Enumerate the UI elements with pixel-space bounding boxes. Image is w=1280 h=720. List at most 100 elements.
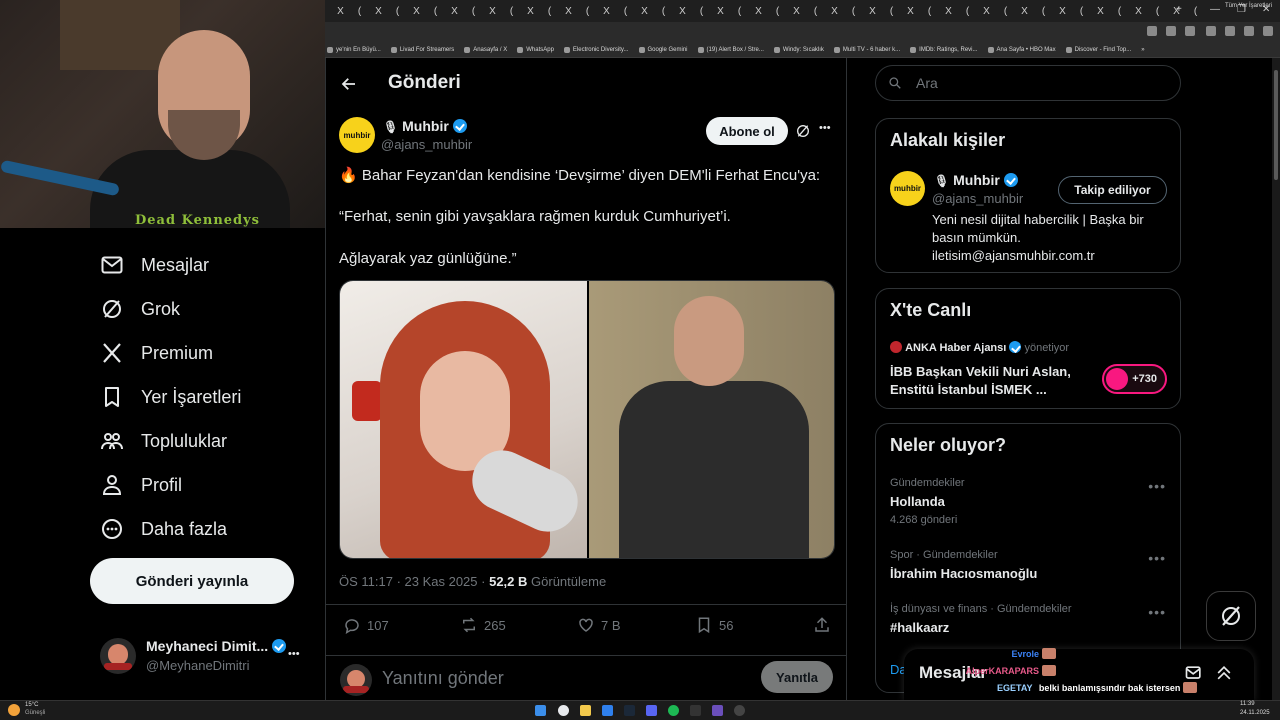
new-tab-button[interactable]: + — [1176, 4, 1182, 15]
bookmark-action[interactable]: 56 — [695, 616, 733, 634]
nav-item-premium[interactable]: Premium — [100, 339, 213, 367]
bookmark-item[interactable]: Multi TV - 6 haber k... — [833, 46, 900, 53]
nav-item-messages[interactable]: Mesajlar — [100, 251, 209, 279]
browser-tab[interactable]: X — [445, 6, 464, 17]
windows-start-icon[interactable] — [535, 705, 546, 716]
zoom-icon[interactable] — [1147, 26, 1157, 36]
author-name[interactable]: Muhbir — [402, 118, 449, 134]
share-icon[interactable] — [813, 616, 831, 634]
trend-more-icon[interactable]: ••• — [1148, 478, 1166, 494]
browser-tab[interactable]: X — [673, 6, 692, 17]
browser-tab[interactable]: X — [749, 6, 768, 17]
bookmark-item[interactable]: Anasayfa / X — [464, 46, 507, 53]
post-media[interactable] — [339, 280, 835, 559]
live-title-line[interactable]: İBB Başkan Vekili Nuri Aslan, — [890, 363, 1071, 381]
browser-tab[interactable]: X — [901, 6, 920, 17]
chrome-icon[interactable] — [558, 705, 569, 716]
browser-tab[interactable]: ( — [730, 6, 749, 17]
browser-tab[interactable]: X — [559, 6, 578, 17]
browser-tab[interactable]: X — [483, 6, 502, 17]
browser-tab[interactable]: ( — [1148, 6, 1167, 17]
repost-action[interactable]: 265 — [460, 616, 506, 634]
steam-icon[interactable] — [624, 705, 635, 716]
browser-tab[interactable]: X — [825, 6, 844, 17]
live-listeners-pill[interactable]: +730 — [1102, 364, 1167, 394]
browser-tab[interactable]: ( — [920, 6, 939, 17]
trend-more-icon[interactable]: ••• — [1148, 604, 1166, 620]
trend-name[interactable]: Hollanda — [890, 494, 945, 509]
browser-tab[interactable]: X — [1129, 6, 1148, 17]
minimize-icon[interactable]: — — [1210, 4, 1220, 15]
reply-button[interactable]: Yanıtla — [761, 661, 833, 693]
browser-tab[interactable]: X — [407, 6, 426, 17]
browser-tab[interactable]: ( — [1034, 6, 1053, 17]
browser-tab[interactable]: ( — [844, 6, 863, 17]
bookmark-item[interactable]: Livad For Streamers — [390, 46, 454, 53]
browser-tab[interactable]: X — [369, 6, 388, 17]
live-title-line[interactable]: Enstitü İstanbul İSMEK ... — [890, 381, 1071, 399]
profile-icon[interactable] — [1244, 26, 1254, 36]
related-bio-line[interactable]: iletisim@ajansmuhbir.com.tr — [932, 247, 1144, 265]
account-switcher[interactable]: Meyhaneci Dimit... @MeyhaneDimitri ••• — [100, 636, 315, 680]
account-more-icon[interactable]: ••• — [288, 648, 300, 660]
browser-tab[interactable]: ( — [1186, 6, 1205, 17]
browser-tab[interactable]: ( — [350, 6, 369, 17]
browser-tab[interactable]: ( — [882, 6, 901, 17]
reply-input[interactable]: Yanıtını gönder — [382, 668, 504, 689]
reply-action[interactable]: 107 — [343, 616, 389, 634]
browser-tab[interactable]: ( — [996, 6, 1015, 17]
browser-tab[interactable]: ( — [958, 6, 977, 17]
epic-games-icon[interactable] — [690, 705, 701, 716]
browser-tab[interactable]: X — [521, 6, 540, 17]
clock-date[interactable]: 24.11.2025 — [1240, 710, 1270, 716]
messages-drawer[interactable]: Mesajlar — [904, 649, 1254, 701]
share-icon[interactable] — [1166, 26, 1176, 36]
bookmark-item[interactable]: (19) Alert Box / Stre... — [697, 46, 764, 53]
browser-tab[interactable]: ( — [388, 6, 407, 17]
bookmark-item[interactable]: Google Gemini — [638, 46, 688, 53]
like-action[interactable]: 7 B — [577, 616, 621, 634]
live-host[interactable]: ANKA Haber Ajansı — [905, 342, 1006, 354]
related-name[interactable]: Muhbir — [953, 172, 1000, 188]
grok-icon[interactable] — [795, 123, 811, 139]
browser-tab[interactable]: ( — [1072, 6, 1091, 17]
browser-tab[interactable]: ( — [464, 6, 483, 17]
weather-icon[interactable] — [8, 704, 20, 716]
clock-time[interactable]: 11:39 — [1240, 701, 1255, 707]
arrow-left-icon[interactable] — [340, 75, 358, 93]
browser-tab[interactable]: ( — [616, 6, 635, 17]
trend-name[interactable]: #halkaarz — [890, 620, 949, 635]
browser-tab[interactable]: ( — [502, 6, 521, 17]
bookmark-star-icon[interactable] — [1185, 26, 1195, 36]
bookmark-item[interactable]: Electronic Diversity... — [563, 46, 629, 53]
nav-item-bookmarks[interactable]: Yer İşaretleri — [100, 383, 241, 411]
nav-item-communities[interactable]: Topluluklar — [100, 427, 227, 455]
downloads-icon[interactable] — [1225, 26, 1235, 36]
browser-tab[interactable]: X — [1053, 6, 1072, 17]
search-input[interactable]: Ara — [875, 65, 1181, 101]
browser-tab[interactable]: ( — [654, 6, 673, 17]
browser-tab[interactable]: X — [787, 6, 806, 17]
related-avatar[interactable]: muhbir — [890, 171, 925, 206]
bookmark-item[interactable]: IMDb: Ratings, Revi... — [910, 46, 978, 53]
browser-tab[interactable]: ( — [540, 6, 559, 17]
grok-floating-button[interactable] — [1206, 591, 1256, 641]
extensions-icon[interactable] — [1206, 26, 1216, 36]
post-timestamp[interactable]: ÖS 11:17 · 23 Kas 2025 · — [339, 574, 485, 589]
subscribe-button[interactable]: Abone ol — [706, 117, 788, 145]
app-icon[interactable] — [712, 705, 723, 716]
browser-tab[interactable]: X — [977, 6, 996, 17]
scrollbar-thumb[interactable] — [1274, 70, 1278, 180]
nav-item-more[interactable]: Daha fazla — [100, 515, 227, 543]
trend-more-icon[interactable]: ••• — [1148, 550, 1166, 566]
browser-tab[interactable]: X — [939, 6, 958, 17]
browser-tab[interactable]: ( — [806, 6, 825, 17]
browser-tab[interactable]: X — [597, 6, 616, 17]
spotify-icon[interactable] — [668, 705, 679, 716]
bookmark-item[interactable]: Discover - Find Top... — [1065, 46, 1131, 53]
browser-tab[interactable]: ( — [768, 6, 787, 17]
author-handle[interactable]: @ajans_muhbir — [381, 137, 472, 152]
browser-tab[interactable]: X — [1015, 6, 1034, 17]
app-icon[interactable] — [602, 705, 613, 716]
bookmarks-overflow-button[interactable]: » — [1141, 47, 1144, 53]
